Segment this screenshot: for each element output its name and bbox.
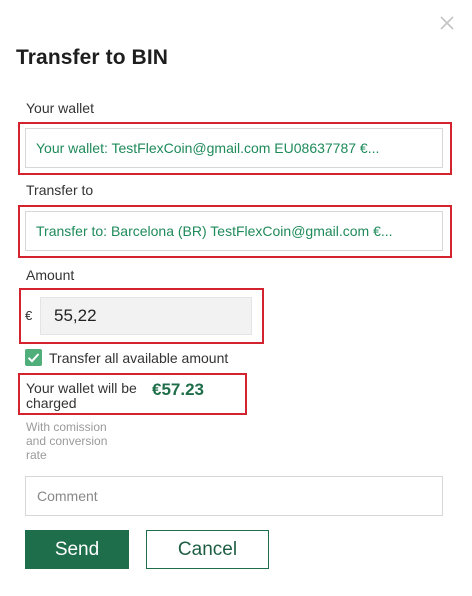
- comment-input[interactable]: [25, 476, 443, 516]
- amount-label: Amount: [26, 267, 75, 283]
- transfer-dialog: Transfer to BIN Your wallet Your wallet:…: [0, 0, 472, 596]
- transfer-all-label[interactable]: Transfer all available amount: [49, 350, 228, 366]
- wallet-select[interactable]: Your wallet: TestFlexCoin@gmail.com EU08…: [25, 128, 443, 168]
- cancel-button[interactable]: Cancel: [146, 530, 269, 569]
- charged-amount: €57.23: [152, 380, 204, 399]
- dialog-title: Transfer to BIN: [16, 46, 169, 69]
- wallet-select-value: Your wallet: TestFlexCoin@gmail.com EU08…: [36, 140, 380, 156]
- transfer-to-select-value: Transfer to: Barcelona (BR) TestFlexCoin…: [36, 223, 393, 239]
- charged-note: With comission and conversion rate: [26, 420, 108, 462]
- send-button[interactable]: Send: [25, 530, 129, 569]
- amount-input[interactable]: [40, 297, 252, 335]
- transfer-to-label: Transfer to: [26, 182, 94, 198]
- close-button[interactable]: [437, 13, 457, 33]
- charged-label: Your wallet will be charged: [26, 380, 137, 411]
- currency-symbol: €: [25, 308, 33, 323]
- transfer-to-select[interactable]: Transfer to: Barcelona (BR) TestFlexCoin…: [25, 211, 443, 251]
- checkmark-icon: [27, 353, 40, 363]
- wallet-label: Your wallet: [26, 100, 94, 116]
- transfer-all-checkbox[interactable]: [25, 349, 42, 366]
- close-x-icon: [440, 16, 454, 30]
